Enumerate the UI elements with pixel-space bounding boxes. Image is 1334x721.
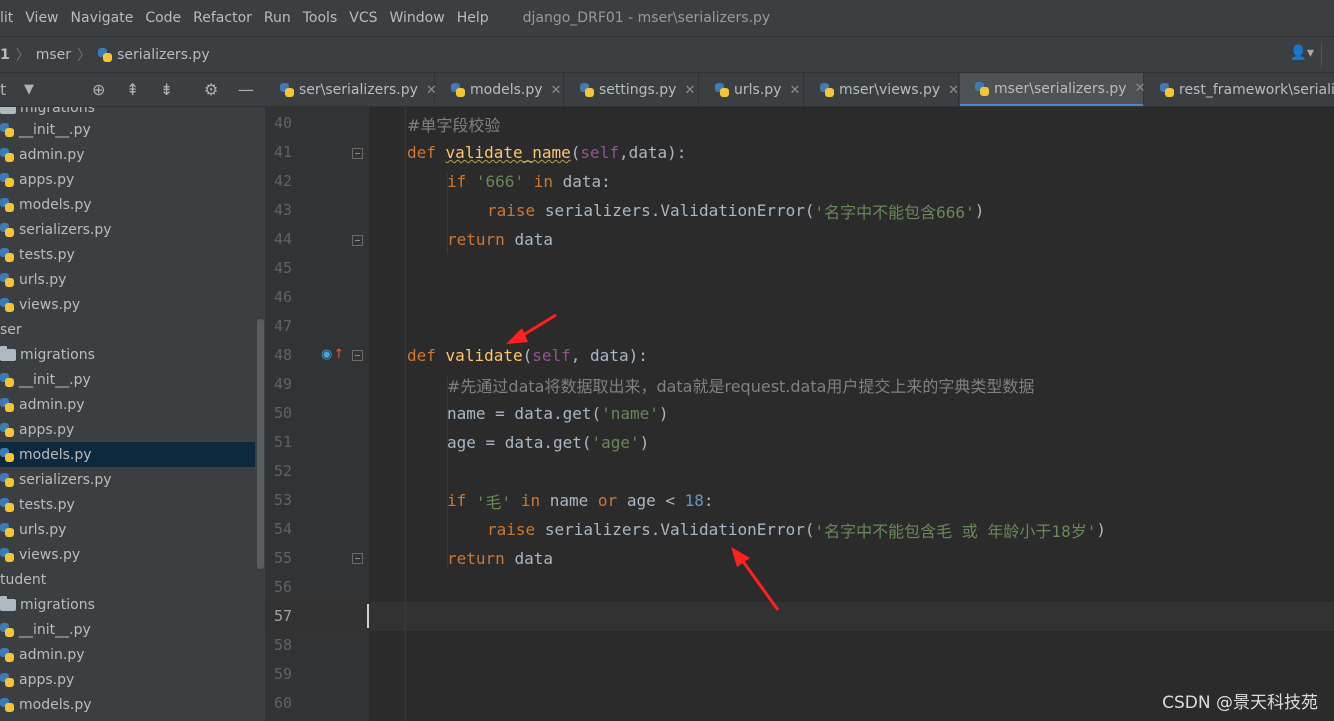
watermark: CSDN @景天科技苑: [1162, 693, 1318, 713]
annotation-arrow-validate: [506, 313, 557, 344]
annotation-arrows: [506, 313, 780, 611]
annotation-arrow-validation-error: [731, 547, 780, 611]
